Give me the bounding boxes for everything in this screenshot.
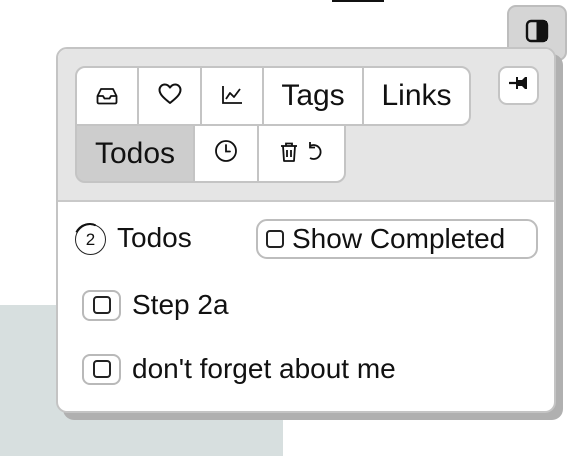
- todo-item: Step 2a: [82, 289, 229, 321]
- show-completed-label: Show Completed: [292, 223, 506, 254]
- tab-stats[interactable]: [200, 66, 264, 126]
- tab-row-1: Tags Links: [75, 66, 471, 126]
- tab-tags[interactable]: Tags: [262, 66, 364, 126]
- inbox-icon: [96, 79, 118, 113]
- pin-icon: [508, 74, 530, 97]
- tab-favorites[interactable]: [137, 66, 202, 126]
- todo-checkbox[interactable]: [82, 353, 121, 385]
- todos-panel: Tags Links Todos 2 Todos Show Completed …: [56, 47, 556, 413]
- checkbox-square-icon: [92, 360, 111, 378]
- todo-text: don't forget about me: [132, 353, 396, 384]
- top-edge-line: [332, 0, 384, 2]
- tab-history[interactable]: [193, 124, 259, 183]
- clock-icon: [214, 137, 238, 171]
- tab-row-2: Todos: [75, 124, 346, 183]
- chart-icon: [221, 79, 243, 113]
- heart-icon: [158, 79, 182, 113]
- panel-header: Tags Links Todos: [58, 49, 554, 202]
- todo-count-badge: 2: [75, 224, 106, 255]
- undo-icon: [305, 137, 325, 171]
- trash-icon: [279, 137, 299, 171]
- tab-inbox[interactable]: [75, 66, 139, 126]
- show-completed-toggle[interactable]: Show Completed: [256, 219, 538, 259]
- section-title: Todos: [117, 222, 192, 253]
- panel-toggle-icon: [525, 19, 549, 48]
- checkbox-square-icon: [92, 296, 111, 314]
- todo-checkbox[interactable]: [82, 289, 121, 321]
- show-completed-checkbox[interactable]: [266, 230, 284, 248]
- tab-trash[interactable]: [257, 124, 346, 183]
- todo-text: Step 2a: [132, 289, 229, 320]
- tab-links[interactable]: Links: [362, 66, 471, 126]
- tab-todos[interactable]: Todos: [75, 124, 195, 183]
- todo-item: don't forget about me: [82, 353, 396, 385]
- pin-button[interactable]: [498, 66, 539, 105]
